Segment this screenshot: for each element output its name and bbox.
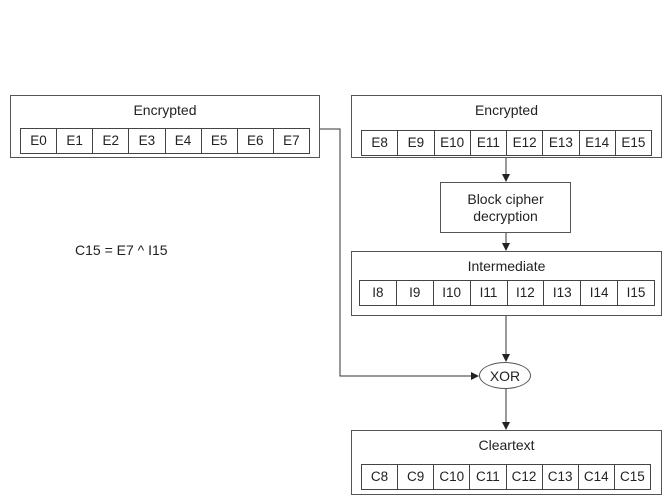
intermediate-cells: I8 I9 I10 I11 I12 I13 I14 I15 [359,280,655,306]
right-encrypted-cells: E8 E9 E10 E11 E12 E13 E14 E15 [361,130,652,156]
cell-e6: E6 [238,129,274,153]
cell-e8: E8 [362,131,399,155]
left-encrypted-cells: E0 E1 E2 E3 E4 E5 E6 E7 [20,128,310,154]
cell-e12: E12 [507,131,544,155]
cell-i13: I13 [544,281,582,305]
left-encrypted-box: Encrypted E0 E1 E2 E3 E4 E5 E6 E7 [10,95,320,158]
xor-node: XOR [479,362,531,389]
cell-c15: C15 [620,469,645,484]
cleartext-cells: C8 C9 C10 C11 C12 C13 C14 C15 [361,464,651,490]
cell-c11: C11 [470,465,507,489]
block-cipher-line2: decryption [473,207,538,224]
cell-e10: E10 [435,131,471,155]
cell-i12: I12 [508,281,545,305]
intermediate-box: Intermediate I8 I9 I10 I11 I12 I13 I14 I… [351,251,662,316]
cell-i8: I8 [360,281,397,305]
cell-i15: I15 [626,285,646,300]
right-encrypted-title: Encrypted [474,102,539,118]
cell-e15: E15 [621,135,646,150]
cell-e7: E7 [283,133,300,148]
cell-i9: I9 [397,281,434,305]
cell-e1: E1 [57,129,94,153]
cell-e4: E4 [166,129,202,153]
cell-e11: E11 [471,131,507,155]
formula-text: C15 = E7 ^ I15 [75,242,168,258]
cell-i11: I11 [471,281,508,305]
cell-e2: E2 [93,129,130,153]
cell-e9: E9 [398,131,435,155]
cell-i14: I14 [581,281,619,305]
cell-c13: C13 [543,465,579,489]
block-cipher-line1: Block cipher [467,190,544,207]
intermediate-title: Intermediate [467,258,546,274]
cell-c9: C9 [398,465,435,489]
cell-i10: I10 [434,281,471,305]
cell-e13: E13 [543,131,580,155]
right-encrypted-box: Encrypted E8 E9 E10 E11 E12 E13 E14 E15 [351,95,662,158]
xor-label: XOR [489,367,521,384]
cell-c10: C10 [434,465,471,489]
cleartext-box: Cleartext C8 C9 C10 C11 C12 C13 C14 C15 [351,430,662,495]
cell-c14: C14 [579,465,615,489]
block-cipher-decryption-box: Block cipher decryption [440,182,571,233]
cell-e3: E3 [129,129,166,153]
cell-e5: E5 [202,129,238,153]
left-encrypted-title: Encrypted [133,102,197,118]
cell-c8: C8 [362,465,399,489]
cell-c12: C12 [507,465,543,489]
cell-e0: E0 [21,129,58,153]
cell-e14: E14 [580,131,616,155]
cleartext-title: Cleartext [478,437,535,453]
